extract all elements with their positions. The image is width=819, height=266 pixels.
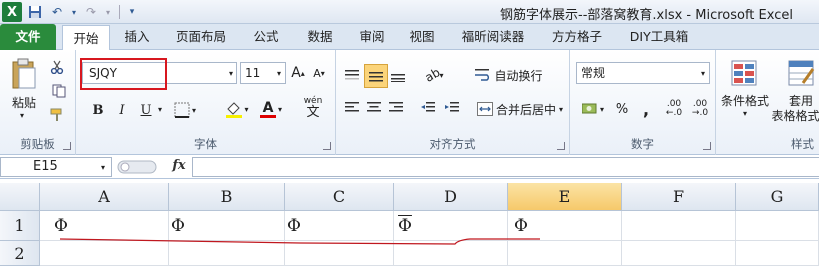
redo-icon[interactable]: ↷ (82, 3, 100, 21)
formula-bar-splitter[interactable] (116, 158, 158, 176)
tab-diy-toolbox[interactable]: DIY工具箱 (622, 24, 696, 50)
tab-foxit-reader[interactable]: 福昕阅读器 (454, 24, 532, 50)
ribbon-tab-bar: 文件 开始 插入 页面布局 公式 数据 审阅 视图 福昕阅读器 方方格子 DIY… (0, 24, 819, 51)
formula-bar: E15 ▾ fx (0, 155, 819, 179)
align-bottom-icon[interactable] (388, 66, 408, 86)
clipboard-launcher-icon[interactable] (63, 142, 71, 150)
decrease-indent-icon[interactable] (418, 98, 438, 118)
font-color-letter: A (262, 99, 274, 116)
conditional-formatting-icon[interactable] (724, 56, 764, 90)
font-color-icon[interactable]: A ▾ (256, 98, 286, 120)
grow-font-icon[interactable]: A ▴ (290, 64, 306, 82)
number-launcher-icon[interactable] (703, 142, 711, 150)
tab-page-layout[interactable]: 页面布局 (170, 24, 232, 50)
font-name-dropdown-icon[interactable]: ▾ (226, 66, 236, 80)
tab-review[interactable]: 审阅 (352, 24, 392, 50)
tab-formulas[interactable]: 公式 (246, 24, 286, 50)
name-box[interactable]: E15 (0, 157, 112, 177)
number-format-select[interactable]: 常规 (576, 62, 710, 84)
font-name-input[interactable]: SJQY (82, 62, 237, 84)
customize-qat-icon[interactable]: ▾ (123, 3, 141, 21)
format-painter-icon[interactable] (48, 106, 66, 124)
tab-fangfang-gezi[interactable]: 方方格子 (546, 24, 608, 50)
orientation-icon[interactable]: ab ▾ (420, 64, 448, 86)
alignment-launcher-icon[interactable] (557, 142, 565, 150)
wrap-text-button[interactable]: 自动换行 (474, 64, 544, 86)
save-icon[interactable] (26, 3, 44, 21)
formula-input[interactable] (192, 157, 819, 177)
percent-style-button[interactable]: % (612, 98, 632, 120)
merge-center-label: 合并后居中 (495, 102, 556, 117)
format-as-table-label-bottom[interactable]: 表格格式 (772, 107, 819, 123)
conditional-formatting-dropdown-icon[interactable]: ▾ (740, 108, 750, 118)
number-format-dropdown-icon[interactable]: ▾ (698, 66, 708, 80)
phonetic-guide-char-label: 文 (306, 105, 320, 120)
merge-center-button[interactable]: 合并后居中 ▾ (474, 98, 566, 120)
borders-icon[interactable]: ▾ (170, 100, 200, 120)
styles-group-label: 样式 (791, 137, 814, 151)
name-box-dropdown-icon[interactable]: ▾ (98, 161, 108, 173)
phonetic-guide-button[interactable]: wén 文 (298, 94, 328, 120)
tab-view[interactable]: 视图 (402, 24, 442, 50)
cut-icon[interactable] (48, 58, 66, 76)
font-launcher-icon[interactable] (323, 142, 331, 150)
underline-button[interactable]: U (138, 100, 154, 120)
worksheet-grid: A B C D E F G 1 2 Φ Φ Φ Φ Φ (0, 183, 819, 266)
alignment-group-label: 对齐方式 (429, 137, 476, 151)
align-left-icon[interactable] (342, 98, 362, 118)
align-center-icon[interactable] (364, 98, 384, 118)
tab-insert[interactable]: 插入 (116, 24, 158, 50)
font-size-dropdown-icon[interactable]: ▾ (274, 66, 284, 80)
title-bar: X ↶ ▾ ↷ ▾ ▾ 钢筋字体展示--部落窝教育.xlsx - Microso… (0, 0, 819, 24)
bold-button[interactable]: B (90, 100, 106, 120)
undo-icon[interactable]: ↶ (48, 3, 66, 21)
decrease-decimal-icon[interactable]: .00 →.0 (688, 98, 712, 120)
insert-function-button[interactable]: fx (168, 158, 190, 176)
align-top-icon[interactable] (342, 66, 362, 86)
increase-indent-icon[interactable] (442, 98, 462, 118)
increase-decimal-button[interactable]: .00 ←.0 (662, 98, 686, 120)
tab-data[interactable]: 数据 (300, 24, 340, 50)
ribbon: 粘贴 ▾ 剪贴板 字体 SJQY ▾ 11 ▾ A ▴ A ▾ B I U ▾ ▾ … (0, 50, 819, 155)
number-group-label: 数字 (631, 137, 654, 151)
window-title: 钢筋字体展示--部落窝教育.xlsx - Microsoft Excel (500, 8, 793, 23)
excel-logo-icon: X (2, 2, 22, 22)
align-middle-icon[interactable] (364, 64, 388, 88)
tab-file[interactable]: 文件 (0, 24, 56, 50)
qat-separator (119, 5, 120, 19)
clipboard-group: 粘贴 ▾ 剪贴板 (0, 50, 76, 155)
paste-dropdown-icon[interactable]: ▾ (16, 110, 28, 120)
shrink-font-icon[interactable]: A ▾ (311, 64, 327, 82)
quick-access-toolbar: X ↶ ▾ ↷ ▾ ▾ (0, 0, 145, 24)
accounting-format-icon[interactable]: ▾ (578, 98, 608, 120)
font-group-label: 字体 (194, 137, 217, 151)
italic-button[interactable]: I (114, 100, 130, 120)
conditional-formatting-button[interactable]: 条件格式 (718, 92, 772, 108)
annotation-underline (59, 238, 540, 245)
paste-button[interactable]: 粘贴 (6, 94, 42, 110)
format-as-table-icon[interactable] (784, 56, 818, 90)
wrap-text-label: 自动换行 (494, 68, 543, 83)
tab-home[interactable]: 开始 (62, 25, 110, 51)
redo-dropdown-icon[interactable]: ▾ (104, 3, 112, 21)
align-right-icon[interactable] (386, 98, 406, 118)
comma-style-button[interactable]: , (636, 98, 656, 120)
underline-dropdown-icon[interactable]: ▾ (156, 102, 164, 116)
undo-dropdown-icon[interactable]: ▾ (70, 3, 78, 21)
copy-icon[interactable] (48, 82, 72, 100)
paste-icon[interactable] (8, 56, 40, 92)
fill-color-icon[interactable]: ▾ (222, 98, 252, 120)
